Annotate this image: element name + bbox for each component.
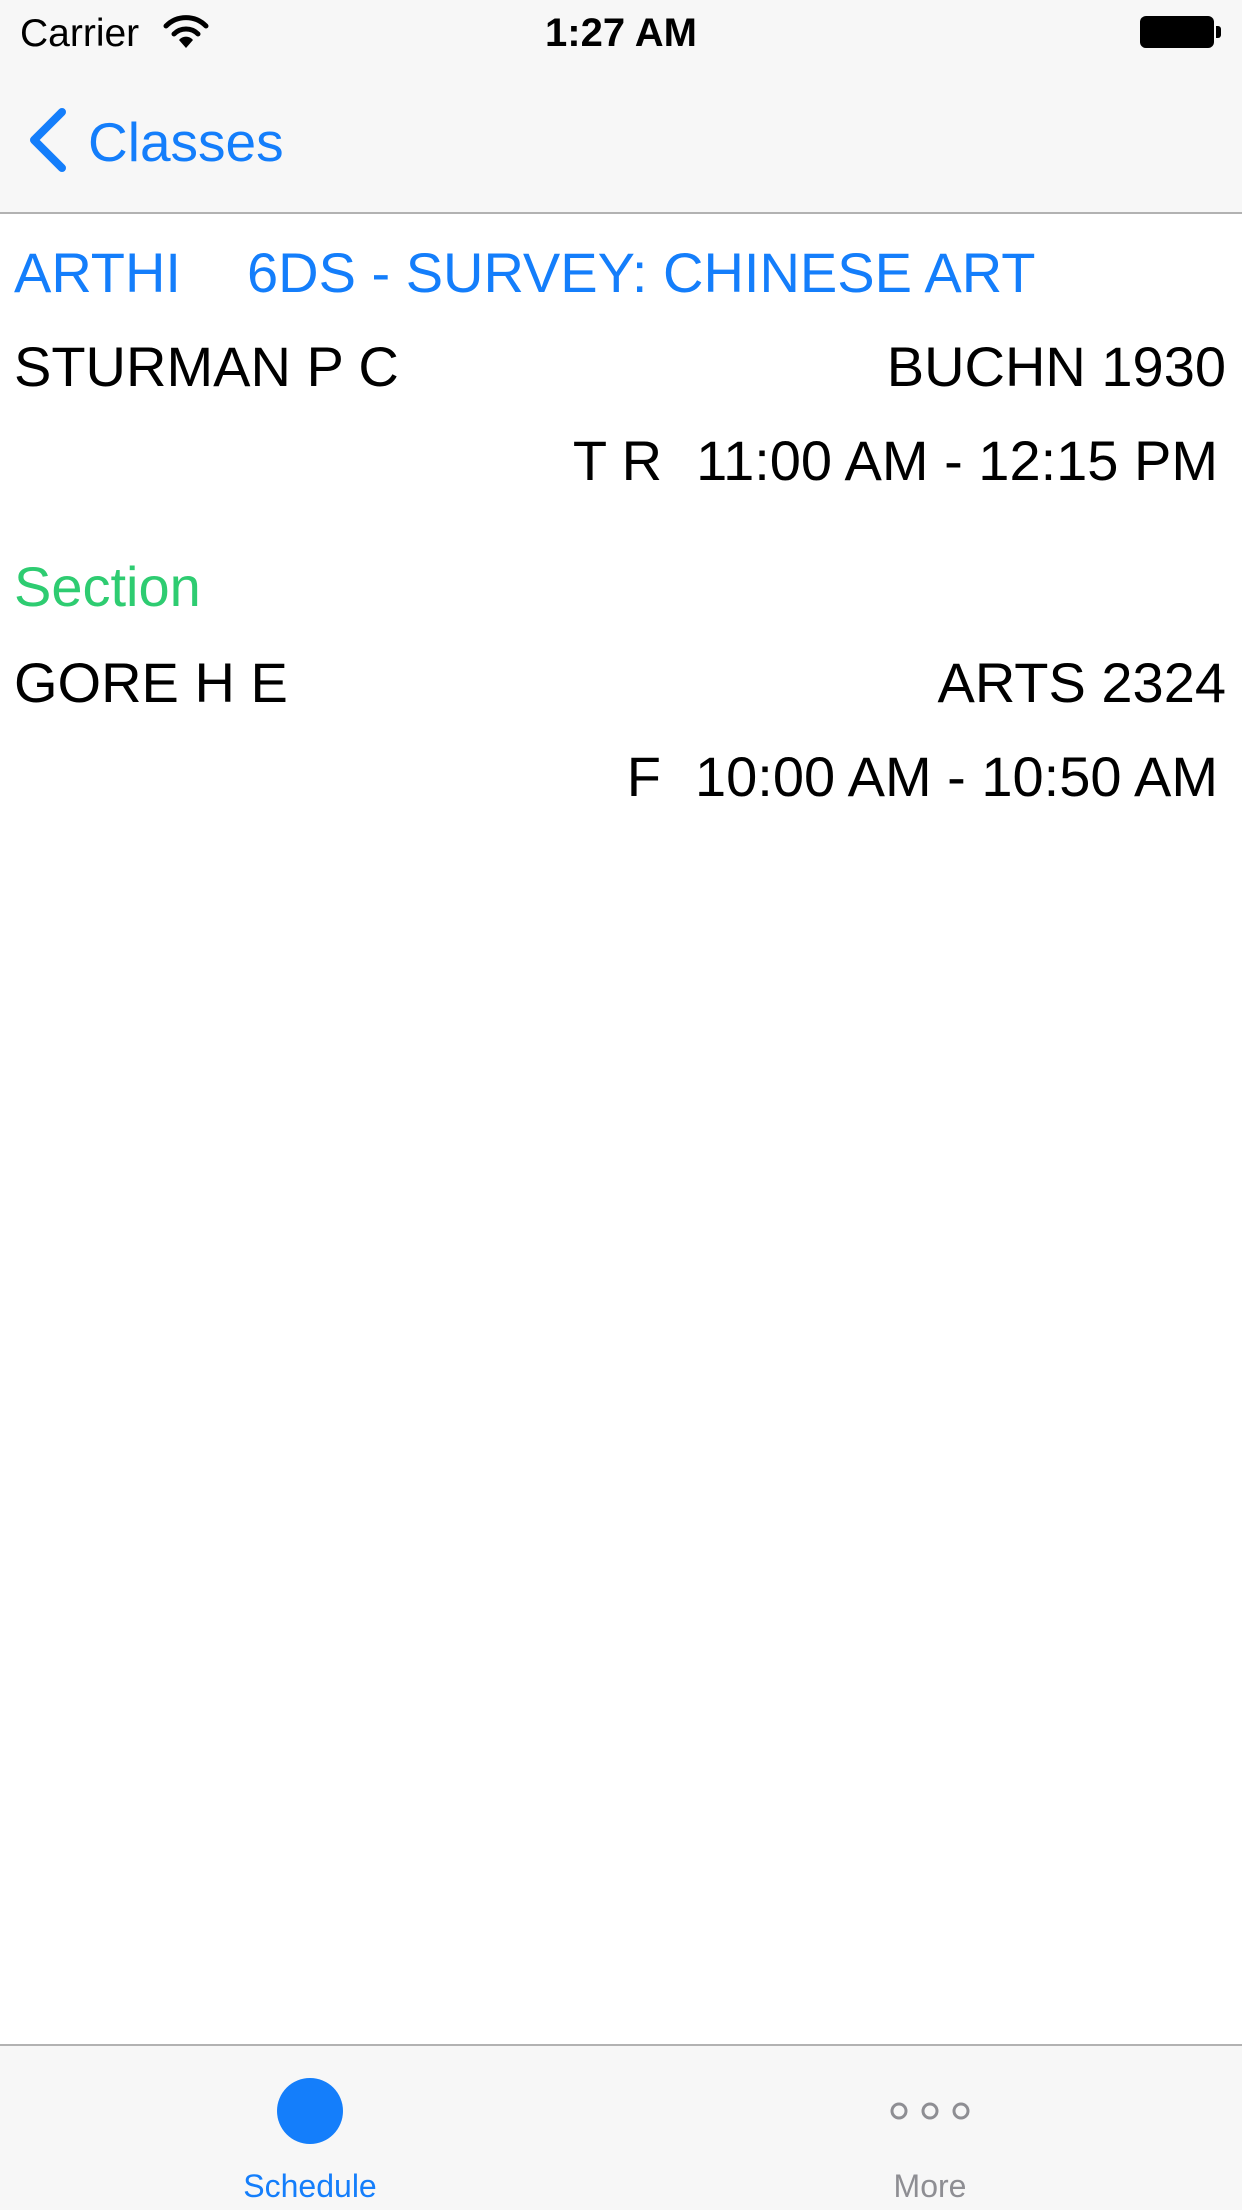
tab-more-label: More: [893, 2168, 967, 2204]
section-days: F: [626, 745, 662, 808]
tab-schedule-label: Schedule: [243, 2168, 377, 2204]
more-dots-icon: [885, 2096, 975, 2126]
navigation-bar: Classes: [0, 66, 1242, 214]
course-title: ARTHI 6DS - SURVEY: CHINESE ART: [14, 240, 1226, 306]
course-name: 6DS - SURVEY: CHINESE ART: [247, 241, 1036, 304]
course-location: BUCHN 1930: [886, 335, 1226, 398]
section-instructor: GORE H E: [14, 651, 288, 714]
course-time-row: T R 11:00 AM - 12:15 PM: [573, 428, 1218, 494]
section-time: 10:00 AM - 10:50 AM: [695, 745, 1218, 808]
filled-circle-icon: [277, 2078, 343, 2144]
tab-schedule[interactable]: Schedule: [155, 2046, 465, 2210]
status-bar: Carrier 1:27 AM: [0, 0, 1242, 66]
course-subject: ARTHI: [14, 241, 181, 304]
back-label: Classes: [88, 111, 284, 173]
course-time: 11:00 AM - 12:15 PM: [696, 429, 1218, 492]
section-time-row: F 10:00 AM - 10:50 AM: [627, 744, 1218, 810]
course-instructor: STURMAN P C: [14, 335, 399, 398]
section-location: ARTS 2324: [937, 651, 1226, 714]
course-days: T R: [572, 429, 663, 492]
back-button[interactable]: Classes: [24, 106, 284, 178]
battery-icon: [1140, 16, 1222, 50]
tab-more[interactable]: More: [775, 2046, 1085, 2210]
clock: 1:27 AM: [545, 11, 697, 55]
chevron-left-icon: [24, 106, 70, 179]
section-heading: Section: [14, 555, 201, 618]
tab-bar: Schedule More: [0, 2044, 1242, 2210]
